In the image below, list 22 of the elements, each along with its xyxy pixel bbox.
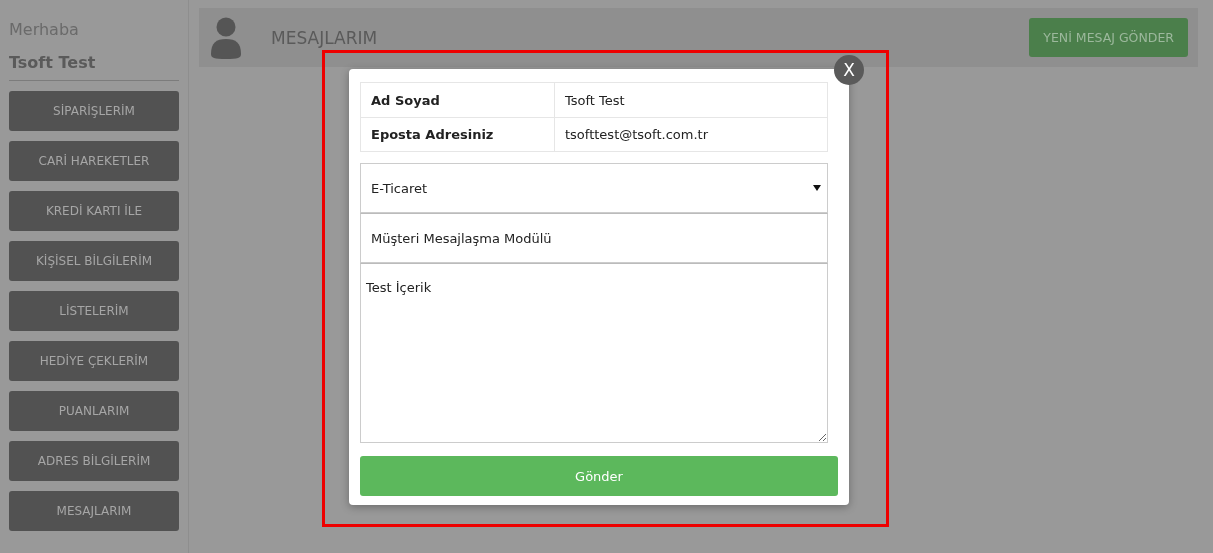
- subject-field[interactable]: Müşteri Mesajlaşma Modülü: [360, 213, 828, 263]
- menu-button[interactable]: SİPARİŞLERİM: [9, 91, 179, 131]
- message-field[interactable]: Test İçerik: [360, 263, 828, 443]
- menu-button[interactable]: LİSTELERİM: [9, 291, 179, 331]
- menu-button[interactable]: KİŞİSEL BİLGİLERİM: [9, 241, 179, 281]
- menu-button[interactable]: CARİ HAREKETLER: [9, 141, 179, 181]
- close-button[interactable]: X: [834, 55, 864, 85]
- menu-button[interactable]: ADRES BİLGİLERİM: [9, 441, 179, 481]
- menu-button[interactable]: MESAJLARIM: [9, 491, 179, 531]
- new-message-button[interactable]: YENİ MESAJ GÖNDER: [1029, 18, 1188, 57]
- user-name: Tsoft Test: [9, 53, 97, 72]
- user-icon: [210, 16, 242, 59]
- category-select[interactable]: E-Ticaret: [360, 163, 828, 213]
- table-cell-text: Tsoft Test: [564, 91, 626, 110]
- table-cell-text: tsofttest@tsoft.com.tr: [564, 126, 709, 144]
- table-cell: Eposta Adresiniz: [361, 118, 555, 151]
- table-cell: Ad Soyad: [361, 83, 555, 117]
- menu-button[interactable]: KREDİ KARTI İLE: [9, 191, 179, 231]
- caret-icon: [813, 185, 821, 191]
- send-button[interactable]: Gönder: [360, 456, 838, 496]
- menu-button[interactable]: HEDİYE ÇEKLERİM: [9, 341, 179, 381]
- menu-button[interactable]: PUANLARIM: [9, 391, 179, 431]
